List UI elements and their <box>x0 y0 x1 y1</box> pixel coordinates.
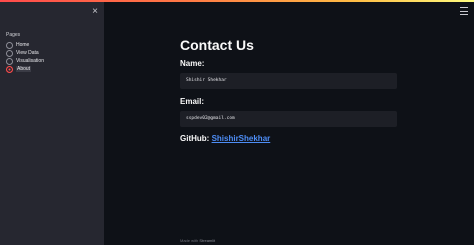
radio-label: Home <box>16 42 30 48</box>
main-content: Contact Us Name: Shishir Shekhar Email: … <box>104 2 474 245</box>
pages-label: Pages <box>6 32 21 38</box>
radio-label: About <box>16 66 32 72</box>
streamlit-link[interactable]: Streamlit <box>199 238 215 243</box>
email-label: Email: <box>180 97 205 106</box>
name-label: Name: <box>180 59 205 68</box>
email-code-block: sspdev02@gmail.com <box>180 111 397 127</box>
name-code-block: Shishir Shekhar <box>180 73 397 89</box>
radio-button-icon[interactable] <box>6 57 13 65</box>
radio-view-data[interactable]: View Data <box>6 49 44 57</box>
github-label: GitHub: <box>180 134 210 143</box>
close-sidebar-icon[interactable]: × <box>90 7 100 17</box>
github-row: GitHub: ShishirShekhar <box>180 133 397 145</box>
sidebar: × Pages Home View Data Visualisation Abo… <box>0 2 104 245</box>
radio-button-icon[interactable] <box>6 41 13 49</box>
contact-section: Contact Us Name: Shishir Shekhar Email: … <box>180 36 397 145</box>
page-radio-group: Home View Data Visualisation About <box>6 41 44 73</box>
github-link[interactable]: ShishirShekhar <box>212 134 271 143</box>
radio-visualisation[interactable]: Visualisation <box>6 57 44 65</box>
radio-button-selected-icon[interactable] <box>6 65 13 73</box>
footer: Made with Streamlit <box>180 238 215 243</box>
radio-label: Visualisation <box>16 58 44 64</box>
radio-label: View Data <box>16 50 39 56</box>
radio-home[interactable]: Home <box>6 41 44 49</box>
radio-button-icon[interactable] <box>6 49 13 57</box>
page-title: Contact Us <box>180 37 254 53</box>
radio-about[interactable]: About <box>6 65 44 73</box>
footer-prefix: Made with <box>180 238 199 243</box>
hamburger-menu-icon[interactable] <box>460 7 468 15</box>
